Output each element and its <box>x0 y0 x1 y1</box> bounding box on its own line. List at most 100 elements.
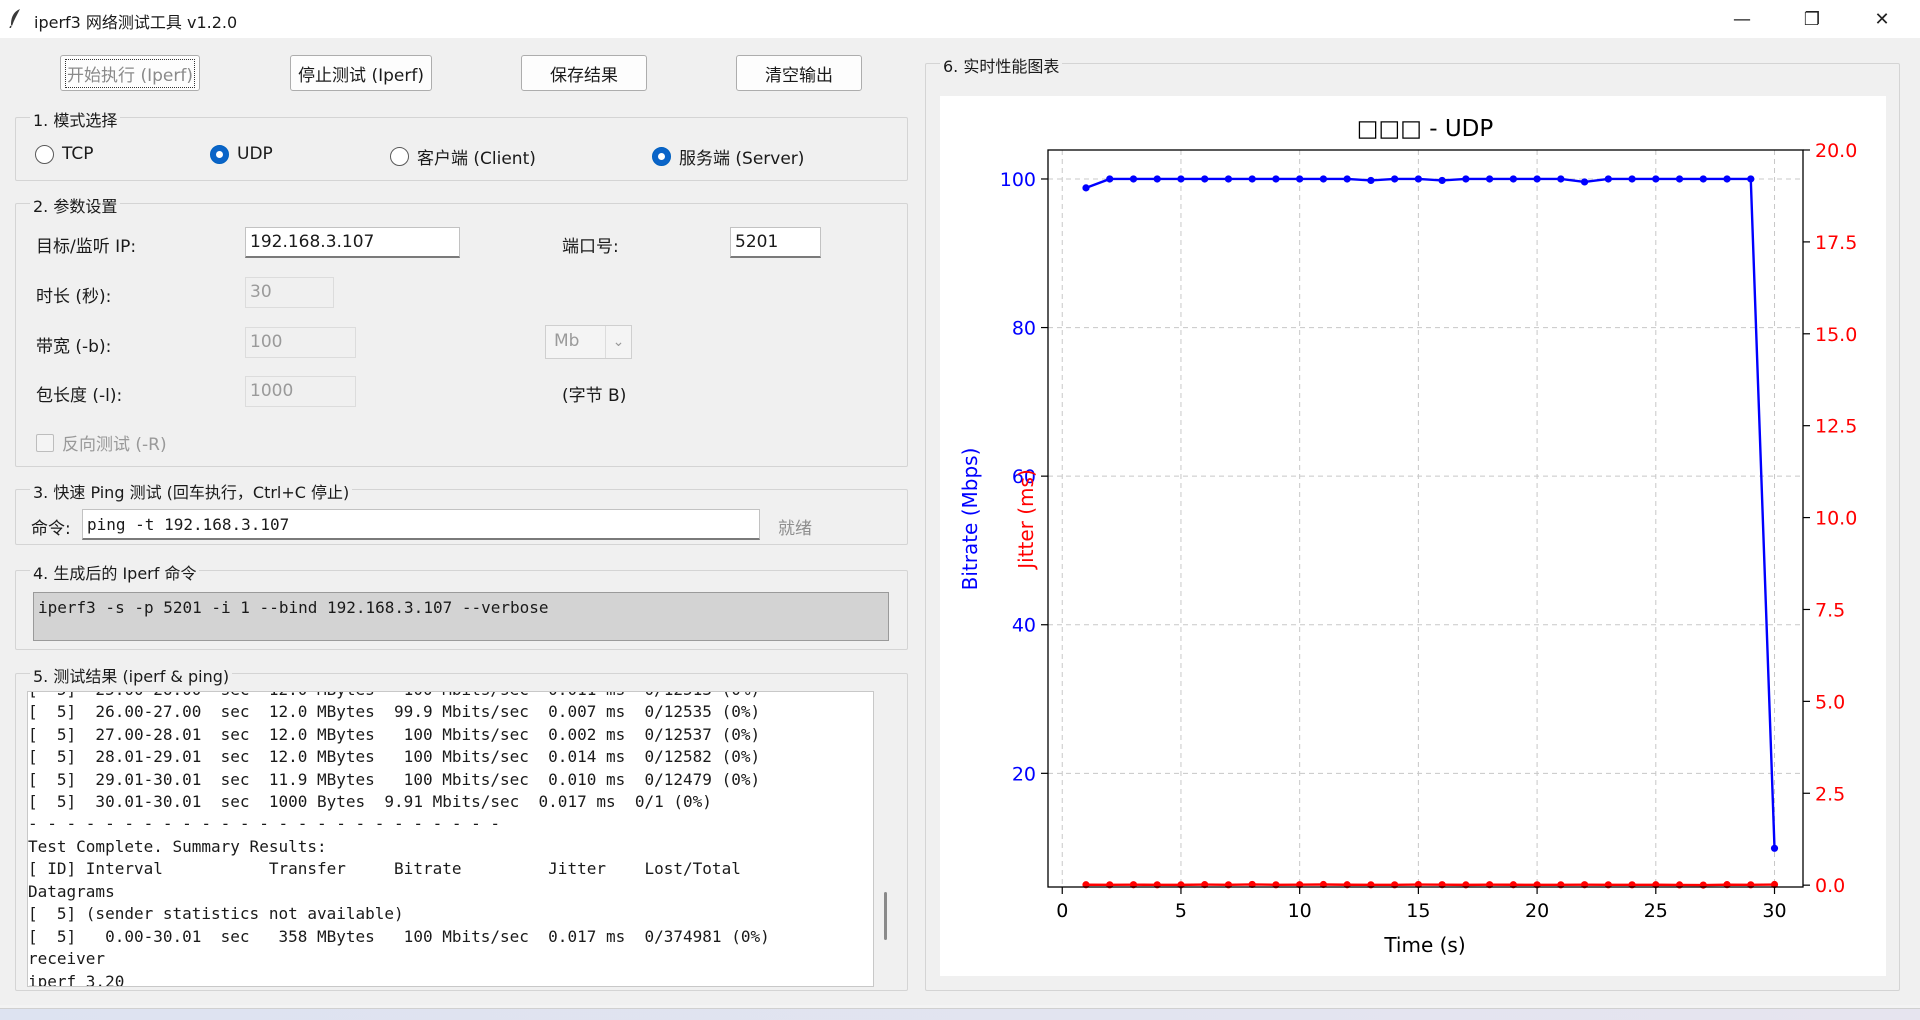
ping-status: 就绪 <box>778 519 812 539</box>
bandwidth-label: 带宽 (-b): <box>36 337 112 357</box>
save-results-label: 保存结果 <box>550 65 618 86</box>
x-tick-label: 0 <box>1056 900 1068 922</box>
bandwidth-unit-value: Mb <box>554 331 580 351</box>
ping-frame-title: 3. 快速 Ping 测试 (回车执行，Ctrl+C 停止) <box>30 479 353 503</box>
y-tick-label-right: 20.0 <box>1815 140 1857 162</box>
ping-command-input[interactable]: ping -t 192.168.3.107 <box>82 509 760 540</box>
y-tick-label-right: 7.5 <box>1815 599 1845 621</box>
stop-iperf-button[interactable]: 停止测试 (Iperf) <box>290 55 432 91</box>
bitrate-series-point <box>1414 175 1422 183</box>
bitrate-series-point <box>1509 175 1517 183</box>
clear-output-button[interactable]: 清空输出 <box>736 55 862 91</box>
bitrate-series-point <box>1224 175 1233 183</box>
bitrate-series-point <box>1557 175 1565 183</box>
bitrate-series-point <box>1106 175 1114 183</box>
bitrate-series-point <box>1699 175 1707 183</box>
minimize-icon: — <box>1733 8 1751 30</box>
bitrate-series-point <box>1770 844 1779 852</box>
radio-tcp-label: TCP <box>62 144 94 164</box>
bitrate-series-point <box>1319 175 1328 183</box>
output-line: [ 5] 26.00-27.00 sec 12.0 MBytes 99.9 Mb… <box>28 702 761 721</box>
generated-command-frame-title: 4. 生成后的 Iperf 命令 <box>30 560 200 584</box>
performance-chart: 0 5 10 15 20 25 30204060801000.02.55.07.510.01… <box>958 116 1857 957</box>
bitrate-series-point <box>1604 175 1612 183</box>
reverse-test-checkbox[interactable]: 反向测试 (-R) <box>36 430 167 455</box>
y-tick-label-right: 10.0 <box>1815 508 1857 530</box>
title-bar: iperf3 网络测试工具 v1.2.0 — ❐ ✕ <box>0 0 1920 38</box>
close-button[interactable]: ✕ <box>1852 0 1912 38</box>
bitrate-series-point <box>1153 175 1161 183</box>
params-frame-title: 2. 参数设置 <box>30 193 121 217</box>
bitrate-series-point <box>1248 175 1256 183</box>
results-output[interactable]: [ 5] 25.00-26.00 sec 12.0 MBytes 100 Mbi… <box>27 691 874 987</box>
taskbar-strip <box>0 1008 1920 1020</box>
radio-server[interactable]: 服务端 (Server) <box>652 144 804 169</box>
output-line: - - - - - - - - - - - - - - - - - - - - … <box>28 814 501 833</box>
y-tick-label-right: 12.5 <box>1815 416 1857 438</box>
y-tick-label-right: 5.0 <box>1815 691 1845 713</box>
bitrate-series-point <box>1272 175 1280 183</box>
ip-label: 目标/监听 IP: <box>36 237 137 257</box>
output-line: Test Complete. Summary Results: <box>28 837 327 856</box>
x-tick-label: 15 <box>1406 900 1430 922</box>
radio-server-label: 服务端 (Server) <box>679 149 805 169</box>
radio-client-label: 客户端 (Client) <box>417 149 536 169</box>
stop-iperf-label: 停止测试 (Iperf) <box>298 65 424 86</box>
bitrate-series-point <box>1391 175 1399 183</box>
y-tick-label-left: 80 <box>1012 318 1036 340</box>
clear-output-label: 清空输出 <box>765 65 833 86</box>
mode-frame-title: 1. 模式选择 <box>30 107 121 131</box>
x-tick-label: 10 <box>1288 900 1312 922</box>
x-tick-label: 20 <box>1525 900 1549 922</box>
maximize-button[interactable]: ❐ <box>1782 0 1842 38</box>
radio-tcp-indicator <box>35 144 54 164</box>
radio-server-indicator <box>652 147 671 166</box>
bitrate-series-point <box>1343 175 1351 183</box>
jitter-series-line <box>1085 883 1775 887</box>
chevron-down-icon: ⌄ <box>605 326 631 358</box>
port-input[interactable]: 5201 <box>730 227 821 258</box>
x-axis-label: Time (s) <box>1383 933 1465 957</box>
output-line: [ 5] (sender statistics not available) <box>28 904 404 923</box>
radio-udp[interactable]: UDP <box>210 144 273 164</box>
duration-input[interactable]: 30 <box>245 277 334 308</box>
output-line: [ 5] 25.00-26.00 sec 12.0 MBytes 100 Mbi… <box>28 692 760 702</box>
length-input[interactable]: 1000 <box>245 376 356 407</box>
bitrate-series-point <box>1747 175 1755 183</box>
y-tick-label-right: 15.0 <box>1815 324 1857 346</box>
generated-command-box[interactable]: iperf3 -s -p 5201 -i 1 --bind 192.168.3.… <box>33 592 889 641</box>
window-title: iperf3 网络测试工具 v1.2.0 <box>34 13 238 32</box>
bandwidth-unit-select[interactable]: Mb ⌄ <box>545 325 632 359</box>
output-line: [ ID] Interval Transfer Bitrate Jitter L… <box>28 859 741 878</box>
bandwidth-input[interactable]: 100 <box>245 327 356 358</box>
output-line: receiver <box>28 949 106 968</box>
output-line: iperf 3.20 <box>28 972 125 987</box>
duration-label: 时长 (秒): <box>36 287 112 307</box>
bitrate-series-point <box>1296 175 1304 183</box>
bitrate-series-point <box>1652 175 1660 183</box>
radio-tcp[interactable]: TCP <box>35 144 94 164</box>
y-tick-label-left: 20 <box>1012 763 1036 785</box>
radio-client-indicator <box>390 147 409 166</box>
close-icon: ✕ <box>1874 8 1890 30</box>
y-tick-label-left: 100 <box>1000 169 1036 191</box>
start-iperf-button[interactable]: 开始执行 (Iperf) <box>60 55 200 91</box>
results-scrollbar-thumb[interactable] <box>884 892 887 940</box>
y-tick-label-right: 17.5 <box>1815 232 1857 254</box>
minimize-button[interactable]: — <box>1712 0 1772 38</box>
maximize-icon: ❐ <box>1803 8 1821 30</box>
port-label: 端口号: <box>562 237 619 257</box>
radio-client[interactable]: 客户端 (Client) <box>390 144 536 169</box>
ip-input[interactable]: 192.168.3.107 <box>245 227 460 258</box>
y-tick-label-right: 2.5 <box>1815 783 1845 805</box>
x-tick-label: 5 <box>1175 900 1187 922</box>
bitrate-series-point <box>1201 175 1209 183</box>
bitrate-series-point <box>1675 175 1684 183</box>
bitrate-series-point <box>1723 175 1731 183</box>
output-line: Datagrams <box>28 882 115 901</box>
feather-icon <box>9 9 20 28</box>
reverse-test-label: 反向测试 (-R) <box>62 435 167 455</box>
output-line: [ 5] 0.00-30.01 sec 358 MBytes 100 Mbits… <box>28 927 770 946</box>
bitrate-series-point <box>1486 175 1494 183</box>
save-results-button[interactable]: 保存结果 <box>521 55 647 91</box>
